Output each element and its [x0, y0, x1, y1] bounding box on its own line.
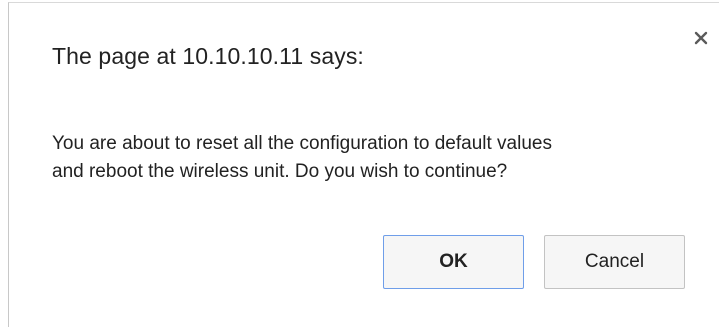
dialog-message: You are about to reset all the configura…: [52, 130, 712, 186]
cancel-button[interactable]: Cancel: [544, 235, 685, 289]
dialog-message-line-2: and reboot the wireless unit. Do you wis…: [52, 161, 508, 182]
dialog-message-line-1: You are about to reset all the configura…: [52, 133, 552, 154]
alert-dialog: The page at 10.10.10.11 says: You are ab…: [8, 2, 719, 327]
ok-button[interactable]: OK: [383, 235, 524, 289]
close-icon[interactable]: [693, 30, 709, 46]
dialog-title: The page at 10.10.10.11 says:: [52, 43, 364, 69]
